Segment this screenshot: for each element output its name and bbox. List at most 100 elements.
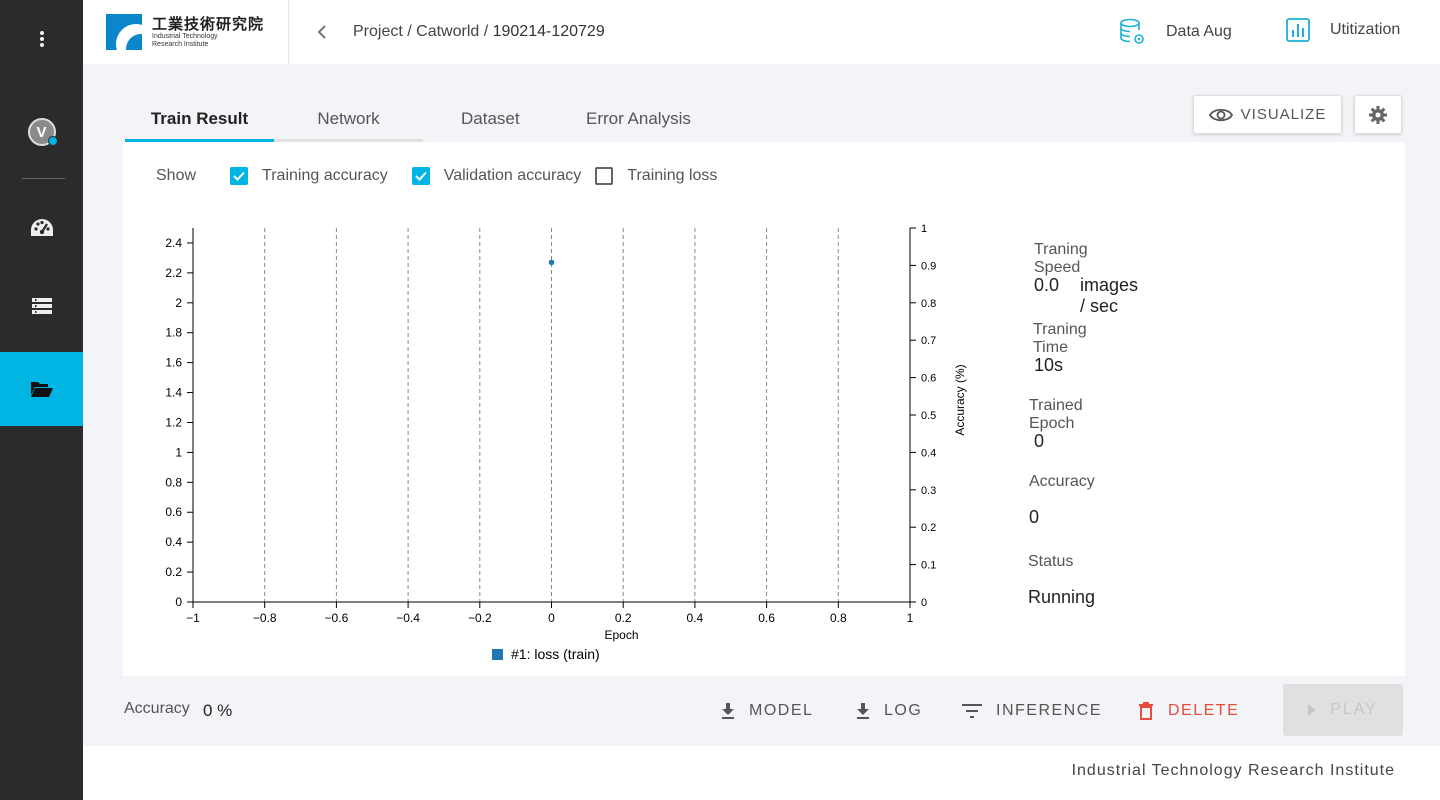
delete-button[interactable]: DELETE xyxy=(1138,702,1239,720)
training-loss-label[interactable]: Training loss xyxy=(627,167,717,185)
tab-train-result[interactable]: Train Result xyxy=(125,104,274,142)
logo-chinese-name: 工業技術研究院 xyxy=(152,15,265,33)
data-point xyxy=(548,259,555,266)
y-left-tick-label: 2.2 xyxy=(165,266,182,280)
x-tick-label: −0.2 xyxy=(468,611,492,625)
sidebar-item-list[interactable] xyxy=(0,286,83,326)
tab-dataset[interactable]: Dataset xyxy=(461,109,520,129)
delete-label: DELETE xyxy=(1168,702,1240,719)
x-tick-label: 0 xyxy=(548,611,555,625)
user-avatar-button[interactable]: V xyxy=(0,112,83,152)
training-speed-label: Traning Speed xyxy=(1034,241,1088,276)
header: 工業技術研究院 Industrial Technology Research I… xyxy=(83,0,1440,64)
download-model-button[interactable]: MODEL xyxy=(721,702,813,720)
y-left-tick-label: 0 xyxy=(175,595,182,609)
y-left-tick-label: 1.2 xyxy=(165,415,182,429)
filter-list-icon xyxy=(962,704,982,718)
y-left-tick-label: 0.2 xyxy=(165,565,182,579)
y-left-tick-label: 2.4 xyxy=(165,236,182,250)
overall-accuracy-value: 0 % xyxy=(203,701,233,720)
check-icon xyxy=(233,171,245,181)
tab-error-analysis[interactable]: Error Analysis xyxy=(586,109,691,129)
y-left-tick-label: 1.8 xyxy=(165,326,182,340)
x-tick-label: −0.4 xyxy=(396,611,420,625)
y-right-tick-label: 1 xyxy=(921,223,927,235)
validation-accuracy-checkbox[interactable] xyxy=(411,167,430,185)
sidebar-item-dashboard[interactable] xyxy=(0,208,83,248)
database-gear-icon xyxy=(1120,18,1144,44)
training-speed-value: 0.0 xyxy=(1034,275,1060,295)
visualize-label: VISUALIZE xyxy=(1240,106,1327,123)
training-chart: −1 −0.8 −0.6 −0.4 −0.2 0 0.2 0.4 0.6 0.8 100.20.40… xyxy=(165,223,967,662)
tab-network[interactable]: Network xyxy=(274,104,423,139)
trained-epoch-value: 0 xyxy=(1034,431,1045,451)
play-button[interactable]: PLAY xyxy=(1283,684,1403,736)
show-label: Show xyxy=(156,167,197,184)
legend-swatch xyxy=(492,649,503,660)
accuracy-value: 0 xyxy=(1029,507,1040,527)
training-accuracy-checkbox[interactable] xyxy=(230,167,249,185)
y-right-tick-label: 0.2 xyxy=(921,522,936,534)
back-button[interactable] xyxy=(312,22,332,42)
avatar: V xyxy=(27,118,58,146)
data-aug-label: Data Aug xyxy=(1166,23,1232,40)
online-status-dot xyxy=(47,136,58,146)
trash-icon xyxy=(1139,702,1153,720)
breadcrumb-path[interactable]: Project / Catworld / xyxy=(353,23,493,40)
sidebar-item-projects[interactable] xyxy=(0,352,83,426)
training-time-label: Traning Time xyxy=(1033,321,1087,356)
log-label: LOG xyxy=(884,702,923,719)
download-log-button[interactable]: LOG xyxy=(856,702,922,720)
x-tick-label: −1 xyxy=(186,611,200,625)
header-separator xyxy=(288,0,289,64)
training-time-value: 10s xyxy=(1034,355,1064,375)
page-footer: Industrial Technology Research Institute xyxy=(83,746,1440,800)
y-left-tick-label: 0.8 xyxy=(165,475,182,489)
y-right-tick-label: 0.3 xyxy=(921,485,936,497)
x-tick-label: 0.6 xyxy=(758,611,775,625)
y-left-tick-label: 1 xyxy=(175,445,182,459)
accuracy-label: Accuracy xyxy=(1029,473,1095,490)
y-left-tick-label: 1.4 xyxy=(165,386,182,400)
status-label: Status xyxy=(1028,553,1074,570)
y-right-tick-label: 0.5 xyxy=(921,410,936,422)
training-accuracy-label[interactable]: Training accuracy xyxy=(262,167,388,185)
data-aug-link[interactable]: Data Aug xyxy=(1119,18,1232,46)
y-right-tick-label: 0.7 xyxy=(921,335,936,347)
training-loss-checkbox[interactable] xyxy=(595,167,614,185)
trained-epoch-label: Trained Epoch xyxy=(1029,397,1083,432)
check-icon xyxy=(415,171,427,181)
y-right-tick-label: 0 xyxy=(921,597,927,609)
y-right-tick-label: 0.9 xyxy=(921,260,936,272)
train-result-panel: Show Training accuracy Validation accura… xyxy=(123,142,1405,676)
breadcrumb-current: 190214-120729 xyxy=(492,23,605,40)
x-tick-label: 1 xyxy=(907,611,914,625)
breadcrumb: Project / Catworld / 190214-120729 xyxy=(353,23,605,41)
footer-org-name: Industrial Technology Research Institute xyxy=(1071,762,1395,779)
y-right-tick-label: 0.4 xyxy=(921,447,936,459)
utilization-link[interactable]: Utitization xyxy=(1286,18,1400,42)
y-left-tick-label: 1.6 xyxy=(165,356,182,370)
play-icon xyxy=(1308,704,1317,716)
x-axis-title: Epoch xyxy=(604,628,638,642)
show-options: Show Training accuracy Validation accura… xyxy=(156,167,717,185)
bar-chart-icon xyxy=(1286,18,1310,42)
sidebar: V xyxy=(0,0,83,800)
x-tick-label: −0.6 xyxy=(325,611,349,625)
main-content: Train Result Network Dataset Error Analy… xyxy=(83,64,1440,746)
overall-accuracy-label: Accuracy xyxy=(124,700,190,717)
visualize-button[interactable]: VISUALIZE xyxy=(1193,95,1342,134)
y-right-axis-title: Accuracy (%) xyxy=(953,364,967,435)
training-speed-unit: images / sec xyxy=(1080,275,1139,316)
settings-button[interactable] xyxy=(1354,95,1402,134)
list-icon xyxy=(31,298,52,314)
action-bar: Accuracy 0 % MODEL LOG INFERENCE DELETE … xyxy=(123,684,1405,736)
itri-logo[interactable]: 工業技術研究院 Industrial Technology Research I… xyxy=(106,14,264,50)
validation-accuracy-label[interactable]: Validation accuracy xyxy=(444,167,582,185)
chevron-left-icon xyxy=(317,25,326,39)
inference-button[interactable]: INFERENCE xyxy=(962,702,1102,720)
sidebar-divider xyxy=(22,178,65,179)
x-tick-label: 0.4 xyxy=(687,611,704,625)
more-menu-button[interactable] xyxy=(0,18,83,60)
y-left-tick-label: 0.6 xyxy=(165,505,182,519)
